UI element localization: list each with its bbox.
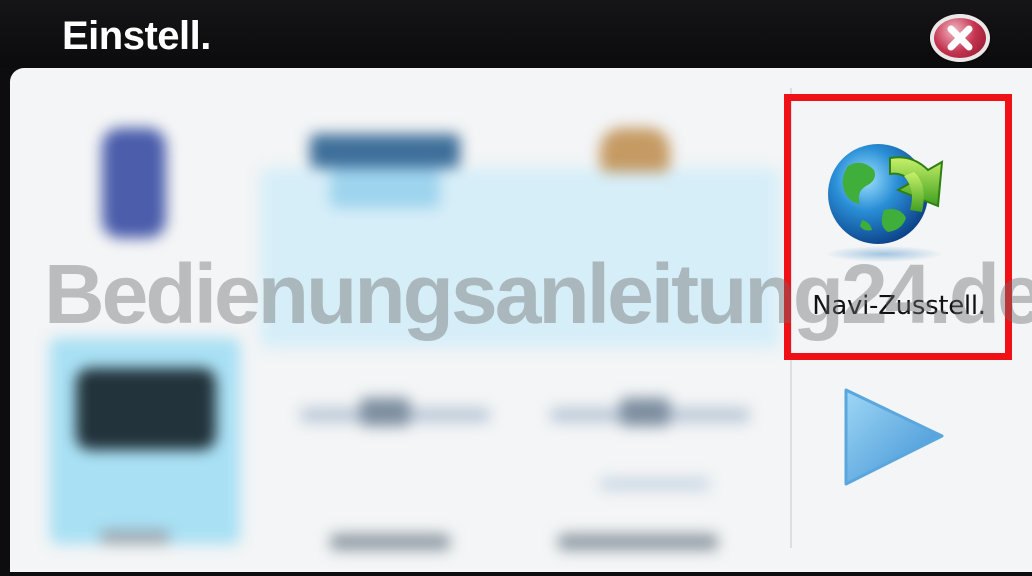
highlight-box <box>784 94 1012 360</box>
blurred-menu-grid <box>10 68 790 572</box>
menu-label-blurred <box>330 534 450 550</box>
screen-title: Einstell. <box>62 14 211 58</box>
play-arrow-icon[interactable] <box>838 384 948 492</box>
menu-label-blurred <box>100 530 170 544</box>
menu-item-setting-b-sub <box>600 478 710 490</box>
menu-item-display-glow <box>330 168 440 208</box>
menu-item-phone[interactable] <box>102 128 166 238</box>
close-icon <box>947 25 973 51</box>
menu-item-display[interactable] <box>310 134 460 168</box>
menu-item-screen <box>76 368 216 450</box>
close-button[interactable] <box>930 14 990 62</box>
title-bar: Einstell. <box>0 0 1032 68</box>
menu-item-setting-a-knob <box>360 398 410 426</box>
menu-label-blurred <box>558 534 718 550</box>
menu-item-setting-b-knob <box>620 398 670 426</box>
menu-item-profile[interactable] <box>600 128 670 172</box>
